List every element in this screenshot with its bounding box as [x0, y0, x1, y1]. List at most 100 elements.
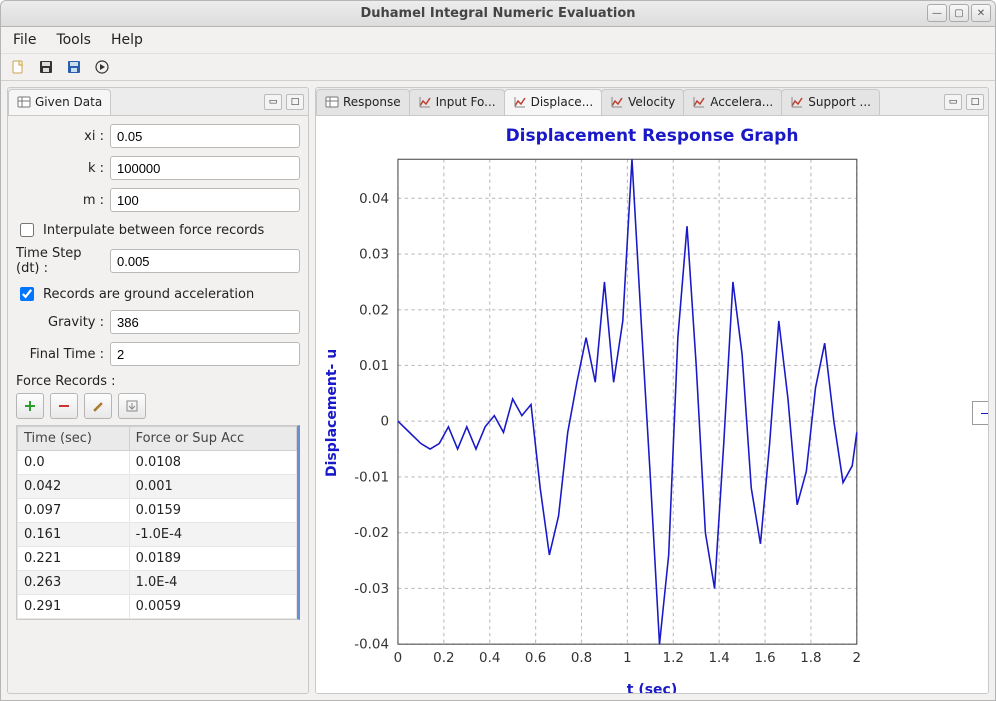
final-time-input[interactable] [110, 342, 300, 366]
legend-line-icon [981, 413, 989, 414]
table-cell[interactable]: 0.0189 [129, 547, 296, 571]
tab-label: Accelera... [710, 95, 773, 109]
tab-displace[interactable]: Displace... [504, 89, 603, 115]
chart-ylabel: Displacement- u [322, 148, 342, 678]
records-table[interactable]: Time (sec) Force or Sup Acc 0.00.01080.0… [17, 426, 297, 619]
menu-tools[interactable]: Tools [52, 30, 95, 50]
window-title: Duhamel Integral Numeric Evaluation [1, 6, 995, 21]
edit-record-button[interactable] [84, 393, 112, 419]
table-row[interactable]: 0.00.0108 [18, 451, 297, 475]
chart-area: Displacement Response Graph Displacement… [316, 116, 988, 693]
svg-text:0.6: 0.6 [525, 650, 546, 666]
m-input[interactable] [110, 188, 300, 212]
chart-icon [513, 95, 527, 109]
svg-text:0.04: 0.04 [359, 191, 389, 207]
tab-given-data[interactable]: Given Data [8, 89, 111, 115]
svg-text:-0.02: -0.02 [354, 525, 389, 541]
m-label: m : [16, 193, 104, 208]
close-button[interactable]: ✕ [971, 4, 991, 22]
tab-label: Support ... [808, 95, 871, 109]
col-force[interactable]: Force or Sup Acc [129, 427, 296, 451]
left-panel-body: xi : k : m : Interpulate between force r… [8, 116, 308, 693]
menu-help[interactable]: Help [107, 30, 147, 50]
gravity-input[interactable] [110, 310, 300, 334]
chart-plot[interactable]: 00.20.40.60.811.21.41.61.82-0.04-0.03-0.… [342, 148, 868, 678]
interpolate-checkbox[interactable] [20, 223, 34, 237]
chart-icon [610, 95, 624, 109]
left-panel-header: Given Data ▭ □ [8, 88, 308, 116]
svg-text:1.8: 1.8 [800, 650, 821, 666]
new-file-icon[interactable] [7, 56, 29, 78]
tab-velocity[interactable]: Velocity [601, 89, 684, 115]
panel-minimize-icon[interactable]: ▭ [264, 94, 282, 110]
tab-inputfo[interactable]: Input Fo... [409, 89, 505, 115]
table-row[interactable]: 0.2631.0E-4 [18, 571, 297, 595]
tab-accelera[interactable]: Accelera... [683, 89, 782, 115]
table-row[interactable]: 0.0420.001 [18, 475, 297, 499]
table-cell[interactable]: 0.0 [18, 451, 130, 475]
save-as-icon[interactable] [63, 56, 85, 78]
table-icon [325, 95, 339, 109]
panel-maximize-icon[interactable]: □ [966, 94, 984, 110]
svg-text:0.03: 0.03 [359, 246, 389, 262]
table-cell[interactable]: 0.0059 [129, 595, 296, 619]
toolbar [1, 53, 995, 81]
k-label: k : [16, 161, 104, 176]
right-panel-body: Displacement Response Graph Displacement… [316, 116, 988, 693]
table-cell[interactable]: 0.042 [18, 475, 130, 499]
svg-text:0.4: 0.4 [479, 650, 500, 666]
svg-text:0.8: 0.8 [571, 650, 592, 666]
table-cell[interactable]: 0.097 [18, 499, 130, 523]
tab-label: Displace... [531, 95, 594, 109]
tab-response[interactable]: Response [316, 89, 410, 115]
table-cell[interactable]: -1.0E-4 [129, 523, 296, 547]
tab-given-data-label: Given Data [35, 95, 102, 109]
table-cell[interactable]: 0.0159 [129, 499, 296, 523]
titlebar: Duhamel Integral Numeric Evaluation — ▢ … [1, 1, 995, 27]
tab-label: Input Fo... [436, 95, 496, 109]
svg-text:-0.03: -0.03 [354, 581, 389, 597]
ground-accel-checkbox[interactable] [20, 287, 34, 301]
panel-maximize-icon[interactable]: □ [286, 94, 304, 110]
import-record-button[interactable] [118, 393, 146, 419]
menu-file[interactable]: File [9, 30, 40, 50]
chart-legend: Displacement [972, 401, 989, 425]
tab-support[interactable]: Support ... [781, 89, 880, 115]
svg-text:1.6: 1.6 [754, 650, 775, 666]
table-cell[interactable]: 1.0E-4 [129, 571, 296, 595]
table-cell[interactable]: 0.0108 [129, 451, 296, 475]
table-cell[interactable]: 0.221 [18, 547, 130, 571]
table-row[interactable]: 0.0970.0159 [18, 499, 297, 523]
col-time[interactable]: Time (sec) [18, 427, 130, 451]
xi-input[interactable] [110, 124, 300, 148]
record-buttons [16, 393, 300, 419]
final-time-label: Final Time : [16, 347, 104, 362]
table-row[interactable]: 0.2910.0059 [18, 595, 297, 619]
chart-title: Displacement Response Graph [316, 126, 988, 146]
panel-minimize-icon[interactable]: ▭ [944, 94, 962, 110]
add-record-button[interactable] [16, 393, 44, 419]
table-cell[interactable]: 0.161 [18, 523, 130, 547]
table-row[interactable]: 0.161-1.0E-4 [18, 523, 297, 547]
remove-record-button[interactable] [50, 393, 78, 419]
k-input[interactable] [110, 156, 300, 180]
chart-icon [692, 95, 706, 109]
run-icon[interactable] [91, 56, 113, 78]
data-icon [17, 95, 31, 109]
chart-icon [790, 95, 804, 109]
dt-input[interactable] [110, 249, 300, 273]
table-row[interactable]: 0.2210.0189 [18, 547, 297, 571]
dt-label: Time Step (dt) : [16, 246, 104, 276]
window-buttons: — ▢ ✕ [927, 4, 991, 22]
chart-icon [418, 95, 432, 109]
right-panel-header: Response Input Fo... Displace... Velocity Ac… [316, 88, 988, 116]
gravity-label: Gravity : [16, 315, 104, 330]
maximize-button[interactable]: ▢ [949, 4, 969, 22]
table-cell[interactable]: 0.263 [18, 571, 130, 595]
table-cell[interactable]: 0.291 [18, 595, 130, 619]
save-icon[interactable] [35, 56, 57, 78]
table-cell[interactable]: 0.001 [129, 475, 296, 499]
minimize-button[interactable]: — [927, 4, 947, 22]
given-data-panel: Given Data ▭ □ xi : k : m : [7, 87, 309, 694]
svg-text:-0.01: -0.01 [354, 469, 389, 485]
